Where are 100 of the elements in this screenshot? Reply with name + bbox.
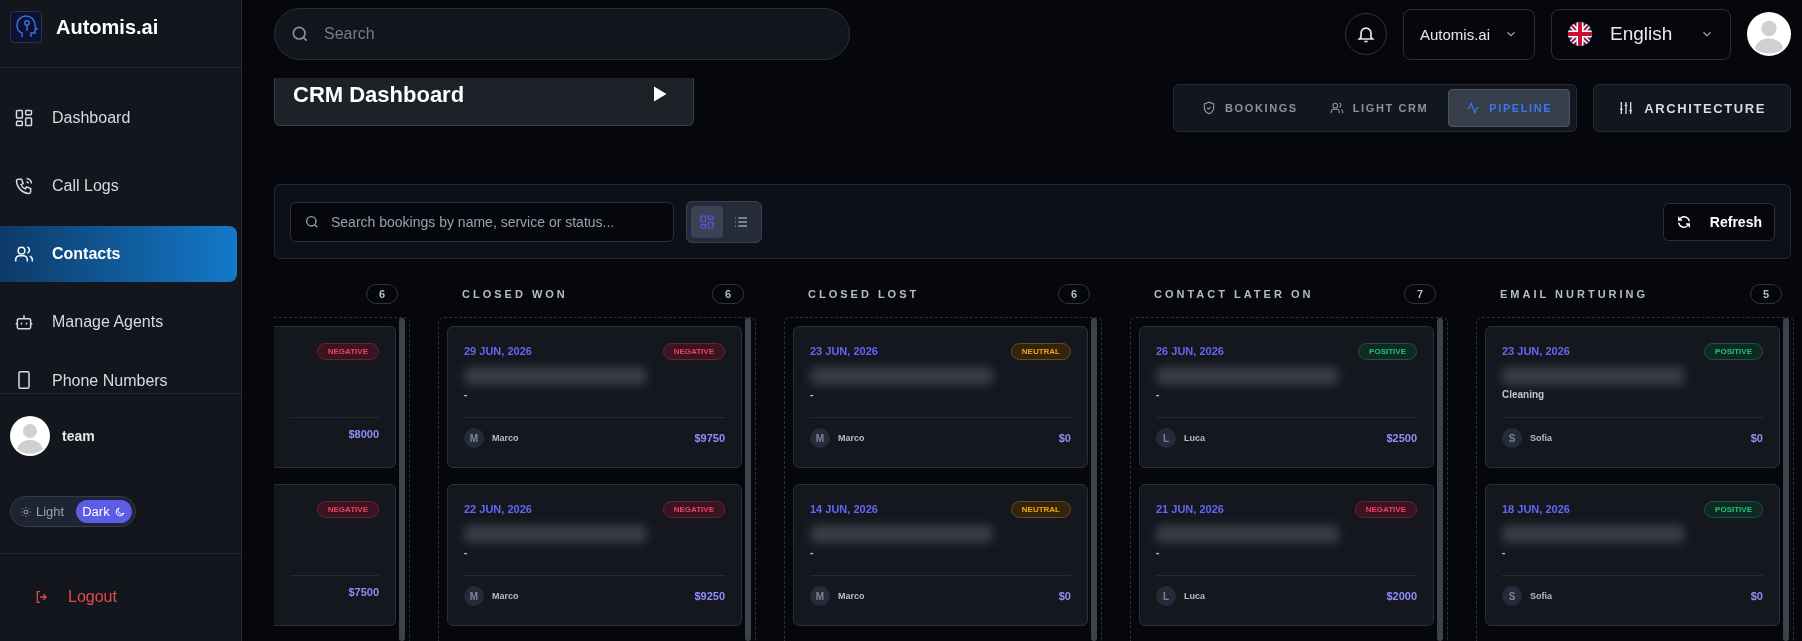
nav-item[interactable]: Call Logs [0, 158, 237, 214]
view-tab[interactable]: LIGHT CRM [1317, 89, 1441, 127]
sentiment-badge: POSITIVE [1704, 500, 1763, 518]
card-amount: $2500 [1386, 432, 1417, 444]
grid-icon [14, 108, 34, 128]
agent-initial: M [810, 428, 830, 448]
card-amount: $0 [1058, 590, 1071, 602]
column-title: CONTACT LATER ON [1154, 288, 1314, 300]
avatar-icon [10, 416, 50, 456]
card-amount: $7500 [348, 586, 379, 598]
search-icon [290, 24, 310, 44]
sliders-icon [1618, 100, 1635, 116]
column-title: EMAIL NURTURING [1500, 288, 1649, 300]
brand-name: Automis.ai [56, 16, 159, 39]
scrollbar[interactable] [1437, 318, 1443, 641]
card-date: 23 JUN, 2026 [810, 345, 878, 357]
agent-initial: M [464, 586, 484, 606]
theme-option[interactable]: Dark [76, 500, 132, 523]
agent-initial: M [810, 586, 830, 606]
card-amount: $2000 [1386, 590, 1417, 602]
shield-icon [1202, 101, 1217, 115]
search-icon [304, 213, 320, 230]
card-service: - [1156, 389, 1161, 402]
sentiment-badge: NEGATIVE [1354, 500, 1417, 518]
view-tab[interactable]: BOOKINGS [1190, 89, 1310, 127]
deal-card[interactable]: 22 JUN, 2026 NEGATIVE - M Marco $9250 [447, 484, 742, 626]
card-amount: $9750 [694, 432, 725, 444]
search-field[interactable]: Search bookings by name, service or status... [290, 201, 674, 242]
agent-initial: L [1156, 586, 1176, 606]
sentiment-badge: NEGATIVE [316, 500, 379, 518]
scrollbar[interactable] [399, 318, 405, 641]
deal-card[interactable]: 23 JUN, 2026 POSITIVE Cleaning S Sofia $0 [1485, 326, 1780, 468]
deal-card[interactable]: 26 JUN, 2026 POSITIVE - L Luca $2500 [1139, 326, 1434, 468]
page-title: CRM Dashboard [293, 82, 465, 108]
agent-name: Luca [1184, 433, 1205, 443]
deal-card[interactable]: 18 JUN, 2026 POSITIVE - S Sofia $0 [1485, 484, 1780, 626]
workspace-dropdown[interactable]: Automis.ai [1402, 8, 1535, 60]
grid-icon [699, 213, 715, 230]
phone-icon [14, 176, 34, 196]
sentiment-badge: POSITIVE [1704, 342, 1763, 360]
sentiment-badge: NEUTRAL [1010, 500, 1071, 518]
agent-name: Sofia [1530, 433, 1552, 443]
card-date: 29 JUN, 2026 [464, 345, 532, 357]
deal-card[interactable]: 14 JUN, 2026 NEUTRAL - M Marco $0 [793, 484, 1088, 626]
deal-card[interactable]: NEGATIVE $8000 [274, 326, 396, 468]
theme-option[interactable]: Light [14, 500, 71, 523]
sentiment-badge: POSITIVE [1358, 342, 1417, 360]
agent-initial: S [1502, 428, 1522, 448]
scrollbar[interactable] [1783, 318, 1789, 641]
language-dropdown[interactable]: English [1551, 8, 1731, 60]
nav-item[interactable]: Contacts [0, 226, 237, 282]
agent-initial: S [1502, 586, 1522, 606]
card-date: 18 JUN, 2026 [1502, 503, 1570, 515]
card-service: Cleaning [1502, 389, 1546, 402]
card-date: 26 JUN, 2026 [1156, 345, 1224, 357]
users-icon [1329, 101, 1344, 115]
column-title: CLOSED LOST [808, 288, 920, 300]
head-logo-icon [10, 11, 42, 43]
card-service: - [1156, 547, 1161, 560]
nav-item[interactable]: Phone Numbers [0, 362, 237, 390]
deal-card[interactable]: 21 JUN, 2026 NEGATIVE - L Luca $2000 [1139, 484, 1434, 626]
moon-icon [113, 505, 126, 518]
card-service: - [464, 389, 469, 402]
sentiment-badge: NEGATIVE [662, 500, 725, 518]
agent-initial: L [1156, 428, 1176, 448]
card-date: 22 JUN, 2026 [464, 503, 532, 515]
column-title: CLOSED WON [462, 288, 568, 300]
card-amount: $9250 [694, 590, 725, 602]
card-amount: $8000 [348, 428, 379, 440]
scrollbar[interactable] [1091, 318, 1097, 641]
card-amount: $0 [1058, 432, 1071, 444]
deal-card[interactable]: 29 JUN, 2026 NEGATIVE - M Marco $9750 [447, 326, 742, 468]
agent-name: Marco [492, 433, 519, 443]
card-service: - [810, 547, 815, 560]
card-date: 14 JUN, 2026 [810, 503, 878, 515]
card-amount: $0 [1750, 590, 1763, 602]
logout-button[interactable]: Logout [34, 588, 117, 606]
sentiment-badge: NEGATIVE [662, 342, 725, 360]
agent-name: Sofia [1530, 591, 1552, 601]
profile-avatar-icon[interactable] [1747, 12, 1791, 56]
agent-initial: M [464, 428, 484, 448]
deal-card[interactable]: NEGATIVE $7500 [274, 484, 396, 626]
card-date: 21 JUN, 2026 [1156, 503, 1224, 515]
deal-card[interactable]: 23 JUN, 2026 NEUTRAL - M Marco $0 [793, 326, 1088, 468]
card-amount: $0 [1750, 432, 1763, 444]
flag-icon [1568, 22, 1592, 46]
users-icon [14, 244, 34, 264]
robot-icon [14, 312, 34, 332]
search-field[interactable]: Search [274, 8, 850, 60]
card-service: - [1502, 547, 1507, 560]
architecture-button[interactable]: ARCHITECTURE [1593, 84, 1791, 132]
nav-item[interactable]: Manage Agents [0, 294, 237, 350]
card-date: 23 JUN, 2026 [1502, 345, 1570, 357]
view-mode-button[interactable] [691, 205, 723, 238]
nav-item[interactable]: Dashboard [0, 90, 237, 146]
agent-name: Luca [1184, 591, 1205, 601]
scrollbar[interactable] [745, 318, 751, 641]
agent-name: Marco [492, 591, 519, 601]
refresh-button[interactable]: Refresh [1662, 202, 1775, 241]
sun-icon [20, 505, 32, 518]
